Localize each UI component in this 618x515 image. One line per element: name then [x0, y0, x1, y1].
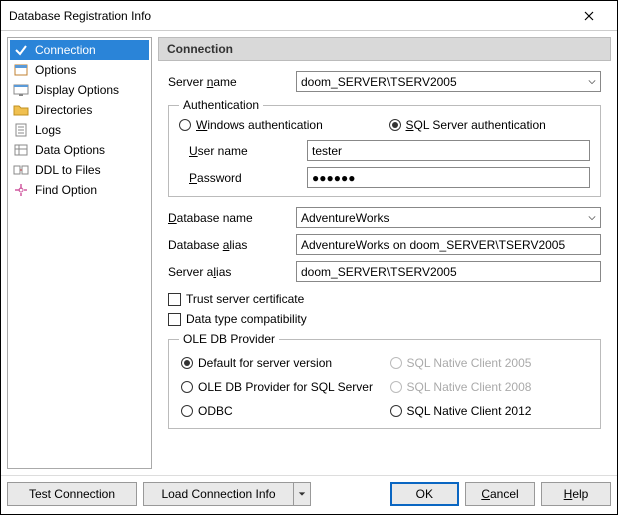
load-connection-split-button: Load Connection Info	[143, 482, 311, 506]
server-name-value: doom_SERVER\TSERV2005	[301, 75, 457, 89]
password-input[interactable]	[307, 167, 590, 188]
sidebar-item-label: Logs	[35, 123, 61, 137]
provider-oledb-label: OLE DB Provider for SQL Server	[198, 380, 373, 394]
radio-icon	[390, 381, 402, 393]
trust-cert-checkbox[interactable]: Trust server certificate	[168, 292, 601, 306]
connection-icon	[13, 42, 29, 58]
windows-auth-label: Windows authentication	[196, 118, 323, 132]
radio-icon	[181, 381, 193, 393]
sidebar-item-label: DDL to Files	[35, 163, 101, 177]
close-button[interactable]	[569, 2, 609, 30]
ddl-icon	[13, 162, 29, 178]
database-alias-label: Database alias	[168, 238, 288, 252]
provider-2008-label: SQL Native Client 2008	[407, 380, 532, 394]
provider-2012-label: SQL Native Client 2012	[407, 404, 532, 418]
user-name-input[interactable]	[307, 140, 590, 161]
server-alias-label: Server alias	[168, 265, 288, 279]
database-name-select[interactable]: AdventureWorks	[296, 207, 601, 228]
close-icon	[584, 11, 594, 21]
radio-icon	[390, 405, 402, 417]
server-alias-input[interactable]	[296, 261, 601, 282]
logs-icon	[13, 122, 29, 138]
server-name-label: Server name	[168, 75, 288, 89]
sidebar-item-options[interactable]: Options	[10, 60, 149, 80]
provider-odbc-radio[interactable]: ODBC	[181, 404, 380, 418]
window: Database Registration Info Connection Op…	[0, 0, 618, 515]
sidebar-item-connection[interactable]: Connection	[10, 40, 149, 60]
sidebar-item-find-option[interactable]: Find Option	[10, 180, 149, 200]
sidebar-item-data-options[interactable]: Data Options	[10, 140, 149, 160]
load-connection-button[interactable]: Load Connection Info	[143, 482, 293, 506]
user-name-label: User name	[179, 144, 299, 158]
windows-auth-radio[interactable]: Windows authentication	[179, 118, 381, 132]
sidebar-item-label: Connection	[35, 43, 96, 57]
help-button[interactable]: Help	[541, 482, 611, 506]
panel-title: Connection	[158, 37, 611, 61]
folder-icon	[13, 102, 29, 118]
data-options-icon	[13, 142, 29, 158]
sidebar-item-label: Directories	[35, 103, 92, 117]
radio-icon	[389, 119, 401, 131]
database-alias-input[interactable]	[296, 234, 601, 255]
auth-fieldset: Authentication Windows authentication SQ…	[168, 98, 601, 197]
panel-body: Server name doom_SERVER\TSERV2005 Authen…	[158, 61, 611, 469]
sql-auth-label: SQL Server authentication	[406, 118, 546, 132]
radio-icon	[181, 405, 193, 417]
find-icon	[13, 182, 29, 198]
provider-default-label: Default for server version	[198, 356, 332, 370]
radio-icon	[390, 357, 402, 369]
options-icon	[13, 62, 29, 78]
data-type-compat-checkbox[interactable]: Data type compatibility	[168, 312, 601, 326]
sidebar-item-logs[interactable]: Logs	[10, 120, 149, 140]
main-panel: Connection Server name doom_SERVER\TSERV…	[158, 37, 611, 469]
trust-cert-label: Trust server certificate	[186, 292, 304, 306]
database-name-value: AdventureWorks	[301, 211, 389, 225]
ok-button[interactable]: OK	[390, 482, 459, 506]
provider-2012-radio[interactable]: SQL Native Client 2012	[390, 404, 589, 418]
server-name-select[interactable]: doom_SERVER\TSERV2005	[296, 71, 601, 92]
sidebar-item-directories[interactable]: Directories	[10, 100, 149, 120]
data-type-compat-label: Data type compatibility	[186, 312, 307, 326]
provider-oledb-radio[interactable]: OLE DB Provider for SQL Server	[181, 380, 380, 394]
provider-fieldset: OLE DB Provider Default for server versi…	[168, 332, 601, 429]
sidebar-item-label: Display Options	[35, 83, 119, 97]
database-name-label: Database name	[168, 211, 288, 225]
cancel-button[interactable]: Cancel	[465, 482, 535, 506]
radio-icon	[181, 357, 193, 369]
titlebar: Database Registration Info	[1, 1, 617, 31]
window-title: Database Registration Info	[9, 9, 569, 23]
provider-legend: OLE DB Provider	[179, 332, 279, 346]
load-connection-dropdown[interactable]	[293, 482, 311, 506]
auth-legend: Authentication	[179, 98, 263, 112]
sidebar-item-display-options[interactable]: Display Options	[10, 80, 149, 100]
test-connection-button[interactable]: Test Connection	[7, 482, 137, 506]
provider-odbc-label: ODBC	[198, 404, 233, 418]
display-options-icon	[13, 82, 29, 98]
sidebar: Connection Options Display Options Direc…	[7, 37, 152, 469]
provider-default-radio[interactable]: Default for server version	[181, 356, 380, 370]
dialog-body: Connection Options Display Options Direc…	[1, 31, 617, 475]
provider-2008-radio: SQL Native Client 2008	[390, 380, 589, 394]
caret-down-icon	[298, 490, 306, 498]
sidebar-item-ddl-to-files[interactable]: DDL to Files	[10, 160, 149, 180]
provider-2005-radio: SQL Native Client 2005	[390, 356, 589, 370]
chevron-down-icon	[588, 211, 596, 225]
checkbox-icon	[168, 313, 181, 326]
chevron-down-icon	[588, 75, 596, 89]
password-label: Password	[179, 171, 299, 185]
sql-auth-radio[interactable]: SQL Server authentication	[389, 118, 591, 132]
sidebar-item-label: Options	[35, 63, 76, 77]
provider-2005-label: SQL Native Client 2005	[407, 356, 532, 370]
sidebar-item-label: Data Options	[35, 143, 105, 157]
radio-icon	[179, 119, 191, 131]
footer: Test Connection Load Connection Info OK …	[1, 475, 617, 514]
checkbox-icon	[168, 293, 181, 306]
sidebar-item-label: Find Option	[35, 183, 97, 197]
